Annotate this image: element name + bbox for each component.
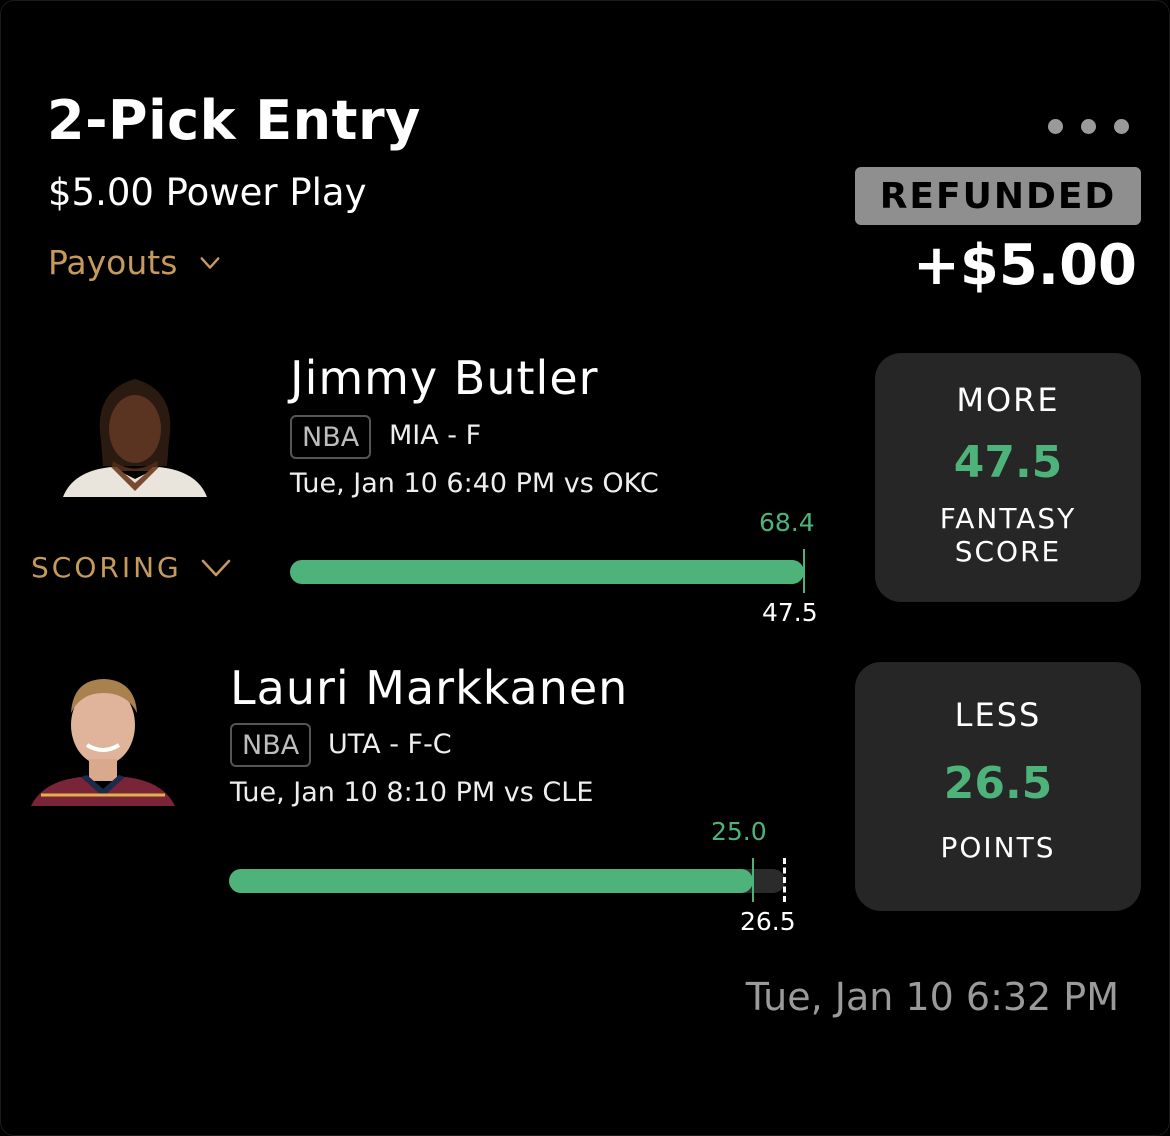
pick-line: 26.5	[943, 758, 1053, 809]
team-position: UTA - F-C	[328, 729, 452, 760]
scoring-label: SCORING	[31, 551, 182, 584]
progress-track	[290, 560, 804, 584]
chevron-down-icon	[200, 256, 220, 269]
scoring-toggle[interactable]: SCORING	[31, 551, 232, 584]
game-time: Tue, Jan 10 8:10 PM vs CLE	[230, 777, 594, 808]
pick-direction: LESS	[954, 696, 1042, 734]
stat-type: FANTASY SCORE	[940, 502, 1077, 568]
progress-fill	[290, 560, 804, 584]
entry-subtitle: $5.00 Power Play	[48, 171, 367, 214]
pick-line: 47.5	[953, 437, 1063, 488]
progress-fill	[229, 869, 754, 893]
progress-track	[229, 869, 785, 893]
entry-amount: +$5.00	[912, 233, 1137, 298]
league-badge: NBA	[230, 723, 312, 767]
line-value: 26.5	[740, 907, 796, 936]
pick-panel[interactable]: LESS 26.5 POINTS	[855, 662, 1141, 911]
entry-card: 2-Pick Entry $5.00 Power Play Payouts RE…	[0, 0, 1170, 1136]
line-marker	[803, 549, 805, 593]
player-name: Jimmy Butler	[290, 351, 599, 405]
entry-title: 2-Pick Entry	[47, 89, 421, 152]
league-badge: NBA	[290, 415, 372, 459]
dot	[1081, 119, 1096, 134]
team-position: MIA - F	[389, 420, 482, 451]
stat-type-line: SCORE	[954, 535, 1062, 568]
stat-type-line: POINTS	[940, 831, 1056, 864]
dot	[1114, 119, 1129, 134]
line-value: 47.5	[762, 598, 818, 627]
pick-direction: MORE	[956, 381, 1060, 419]
payouts-label: Payouts	[48, 243, 178, 282]
actual-value: 25.0	[711, 817, 767, 846]
player-headshot-icon	[63, 379, 207, 497]
player-headshot-icon	[31, 679, 175, 806]
status-badge: REFUNDED	[855, 167, 1141, 225]
actual-value: 68.4	[759, 508, 815, 537]
game-time: Tue, Jan 10 6:40 PM vs OKC	[290, 468, 659, 499]
actual-marker	[752, 858, 754, 902]
entry-timestamp: Tue, Jan 10 6:32 PM	[745, 975, 1119, 1019]
chevron-down-icon	[201, 559, 231, 576]
stat-type-line: FANTASY	[939, 502, 1077, 535]
payouts-toggle[interactable]: Payouts	[48, 243, 221, 282]
dot	[1048, 119, 1063, 134]
line-marker	[783, 858, 786, 902]
more-options-icon[interactable]	[1048, 119, 1129, 134]
avatar	[63, 371, 207, 497]
player-name: Lauri Markkanen	[230, 661, 629, 715]
pick-panel[interactable]: MORE 47.5 FANTASY SCORE	[875, 353, 1141, 602]
avatar	[31, 669, 175, 806]
stat-type: POINTS	[940, 831, 1055, 864]
